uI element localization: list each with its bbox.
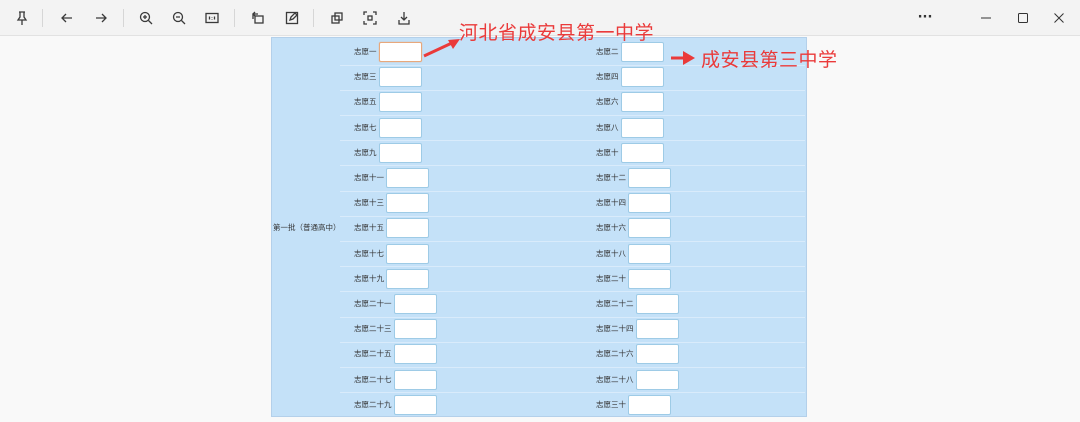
choice-input-right[interactable] (628, 168, 671, 188)
choice-input-left[interactable] (386, 218, 429, 238)
choice-label-right: 志愿六 (596, 97, 619, 106)
zoom-in-icon[interactable] (135, 7, 157, 29)
minimize-icon[interactable] (975, 7, 997, 29)
more-options-button[interactable]: ··· (914, 6, 936, 28)
row-divider (340, 140, 805, 141)
choice-label-left: 志愿十七 (354, 249, 384, 258)
choice-label-right: 志愿二十四 (596, 324, 634, 333)
choice-input-left[interactable] (379, 143, 422, 163)
row-divider (340, 317, 805, 318)
choice-input-right[interactable] (621, 42, 664, 62)
row-divider (340, 241, 805, 242)
row-divider (340, 165, 805, 166)
row-divider (340, 367, 805, 368)
choice-label-left: 志愿二十九 (354, 400, 392, 409)
choice-input-right[interactable] (628, 269, 671, 289)
row-divider (340, 342, 805, 343)
choice-input-left[interactable] (394, 319, 437, 339)
toolbar-separator (42, 9, 43, 27)
choice-label-left: 志愿十五 (354, 223, 384, 232)
choice-label-left: 志愿二十三 (354, 324, 392, 333)
choice-input-right[interactable] (621, 143, 664, 163)
choice-label-right: 志愿十二 (596, 173, 626, 182)
choice-label-right: 志愿二十二 (596, 299, 634, 308)
choice-label-left: 志愿十九 (354, 274, 384, 283)
choice-input-left[interactable] (379, 118, 422, 138)
choice-input-right[interactable] (636, 370, 679, 390)
row-divider (340, 115, 805, 116)
row-divider (340, 90, 805, 91)
choice-input-right[interactable] (636, 294, 679, 314)
row-divider (340, 216, 805, 217)
rotate-icon[interactable] (247, 7, 269, 29)
choice-label-right: 志愿二 (596, 47, 619, 56)
choice-input-left[interactable] (379, 67, 422, 87)
choice-input-right[interactable] (628, 193, 671, 213)
toolbar-separator (234, 9, 235, 27)
right-annotation-arrow (671, 51, 695, 65)
right-school-annotation: 成安县第三中学 (701, 49, 838, 71)
choice-label-right: 志愿二十六 (596, 349, 634, 358)
choice-input-right[interactable] (621, 118, 664, 138)
choice-input-right[interactable] (636, 319, 679, 339)
choice-input-left[interactable] (379, 92, 422, 112)
choice-label-right: 志愿二十 (596, 274, 626, 283)
choice-label-left: 志愿十三 (354, 198, 384, 207)
edit-icon[interactable] (281, 7, 303, 29)
crop-icon[interactable] (326, 7, 348, 29)
toolbar-separator (313, 9, 314, 27)
save-icon[interactable] (393, 7, 415, 29)
choice-label-left: 志愿九 (354, 148, 377, 157)
batch-label: 第一批（普通高中） (273, 223, 341, 232)
forward-arrow-icon[interactable] (90, 7, 112, 29)
choice-input-right[interactable] (621, 67, 664, 87)
choice-input-left[interactable] (379, 42, 422, 62)
close-icon[interactable] (1048, 7, 1070, 29)
choice-input-left[interactable] (386, 244, 429, 264)
choice-label-right: 志愿十 (596, 148, 619, 157)
choice-label-left: 志愿五 (354, 97, 377, 106)
choice-input-right[interactable] (636, 344, 679, 364)
row-divider (340, 191, 805, 192)
choice-input-left[interactable] (386, 193, 429, 213)
choice-label-left: 志愿一 (354, 47, 377, 56)
choice-input-right[interactable] (628, 395, 671, 415)
choice-label-left: 志愿七 (354, 123, 377, 132)
choice-label-left: 志愿二十五 (354, 349, 392, 358)
choice-input-right[interactable] (628, 218, 671, 238)
toolbar-separator (123, 9, 124, 27)
choice-input-left[interactable] (386, 168, 429, 188)
choice-input-right[interactable] (621, 92, 664, 112)
choice-label-right: 志愿八 (596, 123, 619, 132)
choice-label-right: 志愿十六 (596, 223, 626, 232)
choice-label-right: 志愿四 (596, 72, 619, 81)
choice-label-right: 志愿三十 (596, 400, 626, 409)
choice-label-right: 志愿二十八 (596, 375, 634, 384)
left-school-annotation: 河北省成安县第一中学 (459, 22, 655, 44)
choice-input-left[interactable] (394, 344, 437, 364)
fit-icon[interactable] (359, 7, 381, 29)
row-divider (340, 266, 805, 267)
choice-input-left[interactable] (394, 395, 437, 415)
choice-label-left: 志愿十一 (354, 173, 384, 182)
choice-label-left: 志愿三 (354, 72, 377, 81)
actual-size-icon[interactable] (201, 7, 223, 29)
choice-label-right: 志愿十八 (596, 249, 626, 258)
choice-input-left[interactable] (394, 370, 437, 390)
choice-input-right[interactable] (628, 244, 671, 264)
choice-label-right: 志愿十四 (596, 198, 626, 207)
volunteer-form (271, 37, 807, 417)
pin-icon[interactable] (11, 7, 33, 29)
choice-input-left[interactable] (386, 269, 429, 289)
zoom-out-icon[interactable] (168, 7, 190, 29)
row-divider (340, 392, 805, 393)
maximize-icon[interactable] (1012, 7, 1034, 29)
back-arrow-icon[interactable] (56, 7, 78, 29)
choice-input-left[interactable] (394, 294, 437, 314)
row-divider (340, 291, 805, 292)
choice-label-left: 志愿二十七 (354, 375, 392, 384)
choice-label-left: 志愿二十一 (354, 299, 392, 308)
